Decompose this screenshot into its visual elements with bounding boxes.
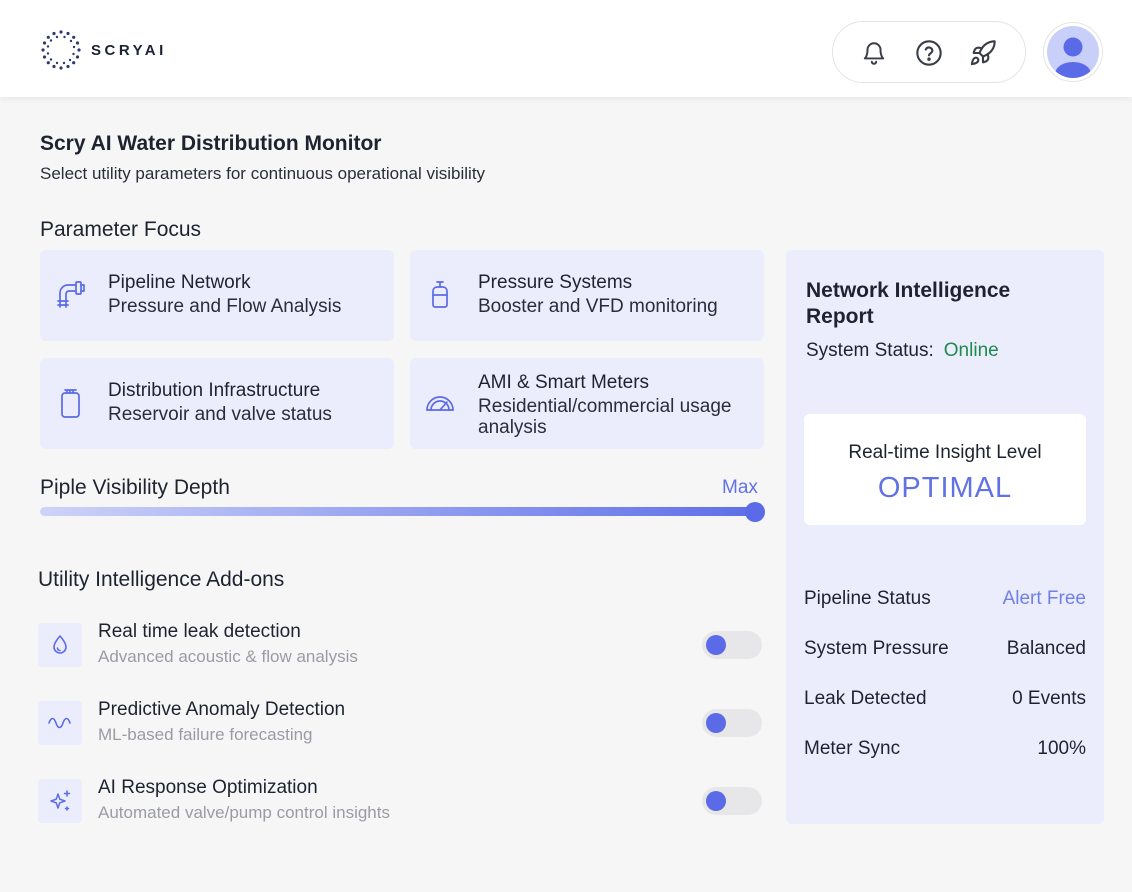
status-label: System Status: [806,340,934,361]
card-title: Pipeline Network [108,272,251,293]
status-value: Online [943,340,999,361]
logo[interactable]: SCRYAI [40,29,167,71]
leak-detection-toggle[interactable] [702,631,762,659]
addon-title: Predictive Anomaly Detection [98,699,346,720]
rocket-icon[interactable] [968,38,998,68]
slider-max-label: Max [722,477,758,498]
toggle-knob [706,713,726,733]
card-distribution-infrastructure[interactable]: Distribution Infrastructure Reservoir an… [40,358,394,449]
card-desc: Reservoir and valve status [108,404,332,425]
card-desc: Pressure and Flow Analysis [108,296,342,317]
addon-title: AI Response Optimization [98,777,318,798]
card-desc: Booster and VFD monitoring [478,296,718,317]
card-ami-smart-meters[interactable]: AMI & Smart Meters Residential/commercia… [410,358,764,449]
card-title: Distribution Infrastructure [108,380,321,401]
addon-desc: Automated valve/pump control insights [98,803,390,822]
bell-icon[interactable] [859,38,889,68]
metric-value: 0 Events [1012,688,1086,709]
system-status-row: System Status: Online [806,340,999,362]
logo-text: SCRYAI [91,41,167,59]
droplet-icon [38,623,82,667]
page-subtitle: Select utility parameters for continuous… [40,164,486,183]
visibility-depth-slider[interactable] [40,507,764,516]
avatar[interactable] [1043,22,1103,82]
reservoir-icon [61,389,80,418]
help-icon[interactable] [914,38,944,68]
top-header: SCRYAI [0,0,1132,97]
slider-thumb[interactable] [745,502,765,522]
user-icon [1047,26,1099,78]
toggle-knob [706,791,726,811]
card-desc: Residential/commercial usage analysis [478,396,732,438]
report-title: Network Intelligence Report [806,279,1011,328]
logo-icon [41,30,81,70]
insight-value: OPTIMAL [877,472,1013,504]
pipe-icon [57,281,85,308]
sparkles-icon [38,779,82,823]
network-intelligence-report: Network Intelligence Report System Statu… [786,250,1104,824]
card-title: AMI & Smart Meters [478,372,650,393]
tank-icon [432,281,448,308]
insight-level-box: Real-time Insight Level OPTIMAL [804,414,1086,525]
response-optimization-toggle[interactable] [702,787,762,815]
gauge-icon [426,396,454,411]
metric-label: Pipeline Status [804,588,931,609]
visibility-depth-label: Piple Visibility Depth [40,476,230,499]
addon-desc: Advanced acoustic & flow analysis [98,647,358,666]
addon-desc: ML-based failure forecasting [98,725,313,744]
metric-label: Leak Detected [804,688,927,709]
metric-value: Balanced [1006,638,1086,659]
anomaly-detection-toggle[interactable] [702,709,762,737]
wave-icon [38,701,82,745]
page-title: Scry AI Water Distribution Monitor [40,132,382,155]
insight-label: Real-time Insight Level [848,442,1042,463]
toggle-knob [706,635,726,655]
metric-value: Alert Free [1002,588,1086,609]
metric-label: Meter Sync [804,738,901,759]
card-pipeline-network[interactable]: Pipeline Network Pressure and Flow Analy… [40,250,394,341]
parameter-focus-heading: Parameter Focus [40,218,202,241]
card-pressure-systems[interactable]: Pressure Systems Booster and VFD monitor… [410,250,764,341]
addon-title: Real time leak detection [98,621,301,642]
card-title: Pressure Systems [478,272,633,293]
metric-value: 100% [1037,738,1086,759]
header-icon-group [832,21,1026,83]
addons-heading: Utility Intelligence Add-ons [38,568,285,591]
metric-label: System Pressure [804,638,949,659]
